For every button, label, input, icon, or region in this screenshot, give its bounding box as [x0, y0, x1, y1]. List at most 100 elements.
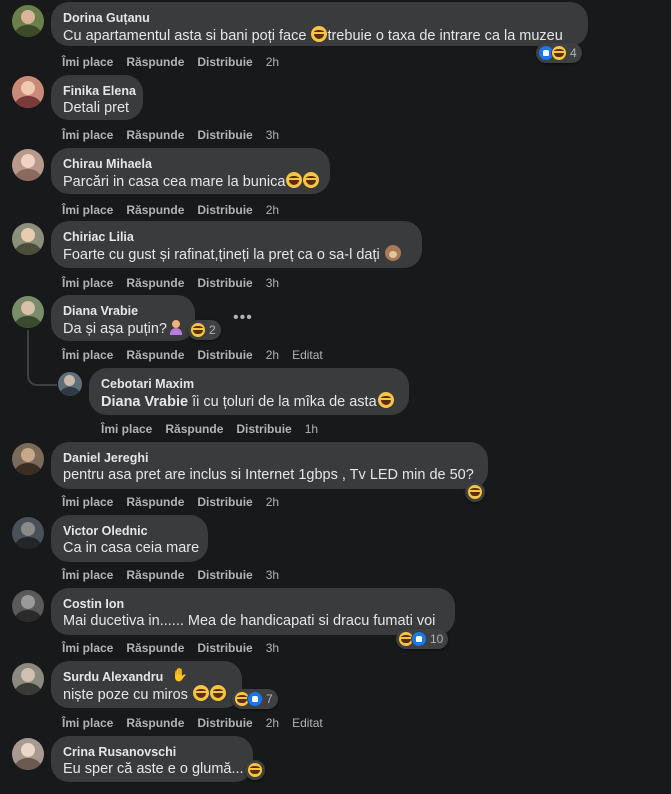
- comment-time[interactable]: 1h: [305, 422, 318, 436]
- comment-author[interactable]: Costin Ion: [63, 596, 443, 612]
- laughing-emoji-icon: [192, 685, 209, 701]
- reaction-count: 10: [430, 632, 444, 646]
- share-button[interactable]: Distribuie: [197, 716, 252, 730]
- reaction-summary[interactable]: [465, 482, 485, 502]
- reply-button[interactable]: Răspunde: [126, 495, 184, 509]
- comment-author[interactable]: Surdu Alexandru: [63, 669, 230, 685]
- comment-time[interactable]: 2h: [266, 716, 279, 730]
- like-button[interactable]: Îmi place: [62, 716, 113, 730]
- share-button[interactable]: Distribuie: [197, 495, 252, 509]
- comment-author[interactable]: Daniel Jereghi: [63, 450, 476, 466]
- comment-time[interactable]: 3h: [266, 128, 279, 142]
- comment-author[interactable]: Dorina Guțanu: [63, 10, 576, 26]
- comment-time[interactable]: 3h: [266, 641, 279, 655]
- like-button[interactable]: Îmi place: [62, 203, 113, 217]
- comment-author[interactable]: Chiriac Lilia: [63, 229, 410, 245]
- reply-button[interactable]: Răspunde: [126, 568, 184, 582]
- share-button[interactable]: Distribuie: [197, 276, 252, 290]
- avatar[interactable]: [12, 296, 44, 328]
- avatar[interactable]: [12, 223, 44, 255]
- comment-text: Mai ducetiva in...... Mea de handicapati…: [63, 613, 436, 629]
- comment-bubble: Chirau Mihaela Parcări in casa cea mare …: [51, 148, 330, 194]
- reaction-summary[interactable]: 4: [536, 43, 582, 63]
- comment-bubble: Cebotari Maxim Diana Vrabie îi cu țoluri…: [89, 368, 409, 415]
- reply-button[interactable]: Răspunde: [126, 128, 184, 142]
- reaction-count: 4: [570, 46, 577, 60]
- haha-reaction-icon: [551, 45, 567, 61]
- comment-bubble: Victor Olednic Ca in casa ceia mare: [51, 515, 208, 562]
- comment-actions: Îmi place Răspunde Distribuie 3h: [62, 276, 292, 290]
- see-no-evil-monkey-icon: [384, 245, 401, 261]
- reply-button[interactable]: Răspunde: [126, 641, 184, 655]
- comment-actions: Îmi place Răspunde Distribuie 2h: [62, 55, 292, 69]
- avatar[interactable]: [12, 663, 44, 695]
- reaction-summary[interactable]: 10: [396, 629, 449, 649]
- like-button[interactable]: Îmi place: [62, 128, 113, 142]
- reaction-summary[interactable]: [245, 760, 265, 780]
- laughing-emoji-icon: [286, 172, 303, 188]
- reaction-summary[interactable]: 7: [232, 689, 278, 709]
- like-button[interactable]: Îmi place: [62, 348, 113, 362]
- avatar[interactable]: [12, 76, 44, 108]
- reply-button[interactable]: Răspunde: [126, 716, 184, 730]
- reply-button[interactable]: Răspunde: [126, 348, 184, 362]
- share-button[interactable]: Distribuie: [197, 128, 252, 142]
- comment-author[interactable]: Diana Vrabie: [63, 303, 183, 319]
- waving-hand-icon[interactable]: [169, 666, 189, 686]
- comment-text: Eu sper că aste e o glumă...: [63, 761, 244, 777]
- avatar[interactable]: [12, 149, 44, 181]
- comment-author[interactable]: Crina Rusanovschi: [63, 744, 241, 760]
- reaction-summary[interactable]: 2: [188, 320, 221, 340]
- share-button[interactable]: Distribuie: [197, 641, 252, 655]
- comment-text: Ca in casa ceia mare: [63, 540, 200, 556]
- reply-button[interactable]: Răspunde: [126, 55, 184, 69]
- avatar[interactable]: [12, 590, 44, 622]
- comment-author[interactable]: Cebotari Maxim: [101, 376, 397, 392]
- reply-button[interactable]: Răspunde: [126, 276, 184, 290]
- avatar[interactable]: [12, 443, 44, 475]
- reply-button[interactable]: Răspunde: [126, 203, 184, 217]
- comment-time[interactable]: 3h: [266, 276, 279, 290]
- share-button[interactable]: Distribuie: [197, 203, 252, 217]
- share-button[interactable]: Distribuie: [236, 422, 291, 436]
- comment-text: pentru asa pret are inclus si Internet 1…: [63, 467, 474, 483]
- share-button[interactable]: Distribuie: [197, 568, 252, 582]
- comment-author[interactable]: Chirau Mihaela: [63, 156, 318, 172]
- comment-time[interactable]: 3h: [266, 568, 279, 582]
- reaction-count: 2: [209, 323, 216, 337]
- share-button[interactable]: Distribuie: [197, 348, 252, 362]
- share-button[interactable]: Distribuie: [197, 55, 252, 69]
- person-emoji-icon: [168, 319, 184, 335]
- comment-bubble: Costin Ion Mai ducetiva in...... Mea de …: [51, 588, 455, 635]
- avatar[interactable]: [12, 5, 44, 37]
- like-button[interactable]: Îmi place: [62, 568, 113, 582]
- more-options-icon[interactable]: •••: [233, 309, 253, 327]
- comment-time[interactable]: 2h: [266, 55, 279, 69]
- comment-author[interactable]: Finika Elena: [63, 83, 136, 99]
- comment-actions: Îmi place Răspunde Distribuie 1h: [101, 422, 331, 436]
- mention-link[interactable]: Diana Vrabie: [101, 394, 188, 410]
- comment-time[interactable]: 2h: [266, 348, 279, 362]
- like-button[interactable]: Îmi place: [62, 495, 113, 509]
- edited-label: Editat: [292, 348, 323, 362]
- comment-time[interactable]: 2h: [266, 203, 279, 217]
- comment-text: Da și așa puțin?: [63, 319, 183, 339]
- like-button[interactable]: Îmi place: [62, 55, 113, 69]
- comment-author[interactable]: Victor Olednic: [63, 523, 196, 539]
- comment-actions: Îmi place Răspunde Distribuie 2h: [62, 203, 292, 217]
- comment-bubble: Surdu Alexandru niște poze cu miros: [51, 661, 242, 708]
- like-button[interactable]: Îmi place: [101, 422, 152, 436]
- comment-actions: Îmi place Răspunde Distribuie 2h Editat: [62, 348, 336, 362]
- avatar[interactable]: [12, 738, 44, 770]
- comment-time[interactable]: 2h: [266, 495, 279, 509]
- comment-actions: Îmi place Răspunde Distribuie 3h: [62, 128, 292, 142]
- comment-bubble: Dorina Guțanu Cu apartamentul asta si ba…: [51, 2, 588, 46]
- like-button[interactable]: Îmi place: [62, 641, 113, 655]
- comment-actions: Îmi place Răspunde Distribuie 3h: [62, 568, 292, 582]
- avatar[interactable]: [58, 372, 82, 396]
- avatar[interactable]: [12, 517, 44, 549]
- reply-button[interactable]: Răspunde: [165, 422, 223, 436]
- comment-actions: Îmi place Răspunde Distribuie 2h Editat: [62, 716, 336, 730]
- like-button[interactable]: Îmi place: [62, 276, 113, 290]
- rofl-emoji-icon: [377, 392, 394, 408]
